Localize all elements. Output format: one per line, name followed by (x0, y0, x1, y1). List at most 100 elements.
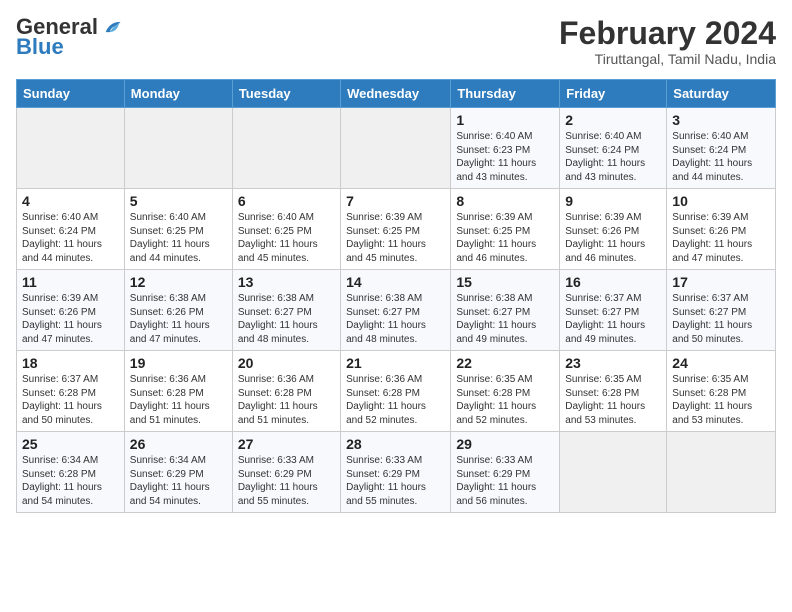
calendar-cell: 4 Sunrise: 6:40 AMSunset: 6:24 PMDaylight… (17, 189, 125, 270)
day-number: 16 (565, 274, 661, 290)
calendar-cell (232, 108, 340, 189)
calendar-cell: 26Sunrise: 6:34 AMSunset: 6:29 PMDayligh… (124, 432, 232, 513)
calendar-header-row: SundayMondayTuesdayWednesdayThursdayFrid… (17, 80, 776, 108)
day-number: 9 (565, 193, 661, 209)
day-info: Sunrise: 6:40 AMSunset: 6:24 PMDaylight:… (565, 130, 661, 184)
calendar-cell: 12 Sunrise: 6:38 AMSunset: 6:26 PMDayligh… (124, 270, 232, 351)
day-info: Sunrise: 6:37 AMSunset: 6:28 PMDaylight:… (22, 373, 119, 427)
calendar-cell: 15 Sunrise: 6:38 AMSunset: 6:27 PMDayligh… (451, 270, 560, 351)
day-number: 3 (672, 112, 770, 128)
calendar-day-header: Friday (560, 80, 667, 108)
calendar-week-row: 25 Sunrise: 6:34 AMSunset: 6:28 PMDayligh… (17, 432, 776, 513)
day-number: 25 (22, 436, 119, 452)
day-number: 1 (456, 112, 554, 128)
day-info: Sunrise: 6:37 AMSunset: 6:27 PMDaylight:… (672, 292, 770, 346)
calendar-cell: 14 Sunrise: 6:38 AMSunset: 6:27 PMDayligh… (341, 270, 451, 351)
day-number: 8 (456, 193, 554, 209)
calendar-cell (17, 108, 125, 189)
day-number: 15 (456, 274, 554, 290)
day-number: 23 (565, 355, 661, 371)
day-info: Sunrise: 6:38 AMSunset: 6:27 PMDaylight:… (346, 292, 445, 346)
day-info: Sunrise: 6:38 AMSunset: 6:27 PMDaylight:… (456, 292, 554, 346)
calendar-cell: 18 Sunrise: 6:37 AMSunset: 6:28 PMDayligh… (17, 351, 125, 432)
day-info: Sunrise: 6:39 AMSunset: 6:26 PMDaylight:… (565, 211, 661, 265)
calendar-cell: 17 Sunrise: 6:37 AMSunset: 6:27 PMDayligh… (667, 270, 776, 351)
calendar-cell: 16 Sunrise: 6:37 AMSunset: 6:27 PMDayligh… (560, 270, 667, 351)
day-number: 22 (456, 355, 554, 371)
day-info: Sunrise: 6:38 AMSunset: 6:26 PMDaylight:… (130, 292, 227, 346)
day-info: Sunrise: 6:40 AMSunset: 6:23 PMDaylight:… (456, 130, 554, 184)
calendar-week-row: 1 Sunrise: 6:40 AMSunset: 6:23 PMDaylight… (17, 108, 776, 189)
day-number: 20 (238, 355, 335, 371)
day-number: 6 (238, 193, 335, 209)
day-info: Sunrise: 6:40 AMSunset: 6:25 PMDaylight:… (238, 211, 335, 265)
calendar-cell: 10 Sunrise: 6:39 AMSunset: 6:26 PMDayligh… (667, 189, 776, 270)
day-info: Sunrise: 6:39 AMSunset: 6:26 PMDaylight:… (22, 292, 119, 346)
calendar-cell: 5Sunrise: 6:40 AMSunset: 6:25 PMDaylight… (124, 189, 232, 270)
calendar-cell: 28 Sunrise: 6:33 AMSunset: 6:29 PMDayligh… (341, 432, 451, 513)
day-number: 10 (672, 193, 770, 209)
calendar-cell: 22 Sunrise: 6:35 AMSunset: 6:28 PMDayligh… (451, 351, 560, 432)
page-header: General Blue February 2024 Tiruttangal, … (16, 16, 776, 67)
calendar-cell: 19 Sunrise: 6:36 AMSunset: 6:28 PMDayligh… (124, 351, 232, 432)
day-info: Sunrise: 6:40 AMSunset: 6:25 PMDaylight:… (130, 211, 227, 265)
logo-bird-icon (100, 16, 122, 38)
location-text: Tiruttangal, Tamil Nadu, India (559, 51, 776, 67)
day-info: Sunrise: 6:35 AMSunset: 6:28 PMDaylight:… (565, 373, 661, 427)
calendar-cell (667, 432, 776, 513)
calendar-cell: 24Sunrise: 6:35 AMSunset: 6:28 PMDayligh… (667, 351, 776, 432)
day-number: 19 (130, 355, 227, 371)
calendar-week-row: 4 Sunrise: 6:40 AMSunset: 6:24 PMDaylight… (17, 189, 776, 270)
calendar-table: SundayMondayTuesdayWednesdayThursdayFrid… (16, 79, 776, 513)
calendar-day-header: Monday (124, 80, 232, 108)
day-number: 11 (22, 274, 119, 290)
calendar-week-row: 18 Sunrise: 6:37 AMSunset: 6:28 PMDayligh… (17, 351, 776, 432)
calendar-cell: 20 Sunrise: 6:36 AMSunset: 6:28 PMDayligh… (232, 351, 340, 432)
day-info: Sunrise: 6:36 AMSunset: 6:28 PMDaylight:… (346, 373, 445, 427)
calendar-cell: 11 Sunrise: 6:39 AMSunset: 6:26 PMDayligh… (17, 270, 125, 351)
day-info: Sunrise: 6:34 AMSunset: 6:29 PMDaylight:… (130, 454, 227, 508)
day-number: 29 (456, 436, 554, 452)
day-info: Sunrise: 6:38 AMSunset: 6:27 PMDaylight:… (238, 292, 335, 346)
calendar-cell: 6 Sunrise: 6:40 AMSunset: 6:25 PMDaylight… (232, 189, 340, 270)
calendar-day-header: Sunday (17, 80, 125, 108)
calendar-cell (560, 432, 667, 513)
calendar-day-header: Tuesday (232, 80, 340, 108)
calendar-cell: 21Sunrise: 6:36 AMSunset: 6:28 PMDayligh… (341, 351, 451, 432)
day-info: Sunrise: 6:33 AMSunset: 6:29 PMDaylight:… (238, 454, 335, 508)
day-number: 17 (672, 274, 770, 290)
day-info: Sunrise: 6:33 AMSunset: 6:29 PMDaylight:… (456, 454, 554, 508)
day-info: Sunrise: 6:39 AMSunset: 6:26 PMDaylight:… (672, 211, 770, 265)
logo: General Blue (16, 16, 122, 60)
day-number: 7 (346, 193, 445, 209)
day-info: Sunrise: 6:39 AMSunset: 6:25 PMDaylight:… (456, 211, 554, 265)
calendar-cell: 7 Sunrise: 6:39 AMSunset: 6:25 PMDaylight… (341, 189, 451, 270)
calendar-cell: 27 Sunrise: 6:33 AMSunset: 6:29 PMDayligh… (232, 432, 340, 513)
calendar-day-header: Wednesday (341, 80, 451, 108)
day-info: Sunrise: 6:37 AMSunset: 6:27 PMDaylight:… (565, 292, 661, 346)
title-area: February 2024 Tiruttangal, Tamil Nadu, I… (559, 16, 776, 67)
month-title: February 2024 (559, 16, 776, 51)
day-info: Sunrise: 6:40 AMSunset: 6:24 PMDaylight:… (22, 211, 119, 265)
calendar-cell: 9 Sunrise: 6:39 AMSunset: 6:26 PMDaylight… (560, 189, 667, 270)
logo-blue-text: Blue (16, 34, 64, 60)
day-info: Sunrise: 6:36 AMSunset: 6:28 PMDaylight:… (238, 373, 335, 427)
day-info: Sunrise: 6:39 AMSunset: 6:25 PMDaylight:… (346, 211, 445, 265)
day-number: 2 (565, 112, 661, 128)
calendar-cell (124, 108, 232, 189)
day-info: Sunrise: 6:34 AMSunset: 6:28 PMDaylight:… (22, 454, 119, 508)
day-number: 18 (22, 355, 119, 371)
calendar-cell: 2 Sunrise: 6:40 AMSunset: 6:24 PMDaylight… (560, 108, 667, 189)
calendar-cell: 3Sunrise: 6:40 AMSunset: 6:24 PMDaylight… (667, 108, 776, 189)
day-number: 28 (346, 436, 445, 452)
day-info: Sunrise: 6:35 AMSunset: 6:28 PMDaylight:… (456, 373, 554, 427)
day-number: 4 (22, 193, 119, 209)
day-number: 14 (346, 274, 445, 290)
calendar-day-header: Saturday (667, 80, 776, 108)
day-number: 27 (238, 436, 335, 452)
calendar-cell: 8 Sunrise: 6:39 AMSunset: 6:25 PMDaylight… (451, 189, 560, 270)
calendar-cell (341, 108, 451, 189)
day-number: 12 (130, 274, 227, 290)
day-info: Sunrise: 6:33 AMSunset: 6:29 PMDaylight:… (346, 454, 445, 508)
day-info: Sunrise: 6:36 AMSunset: 6:28 PMDaylight:… (130, 373, 227, 427)
